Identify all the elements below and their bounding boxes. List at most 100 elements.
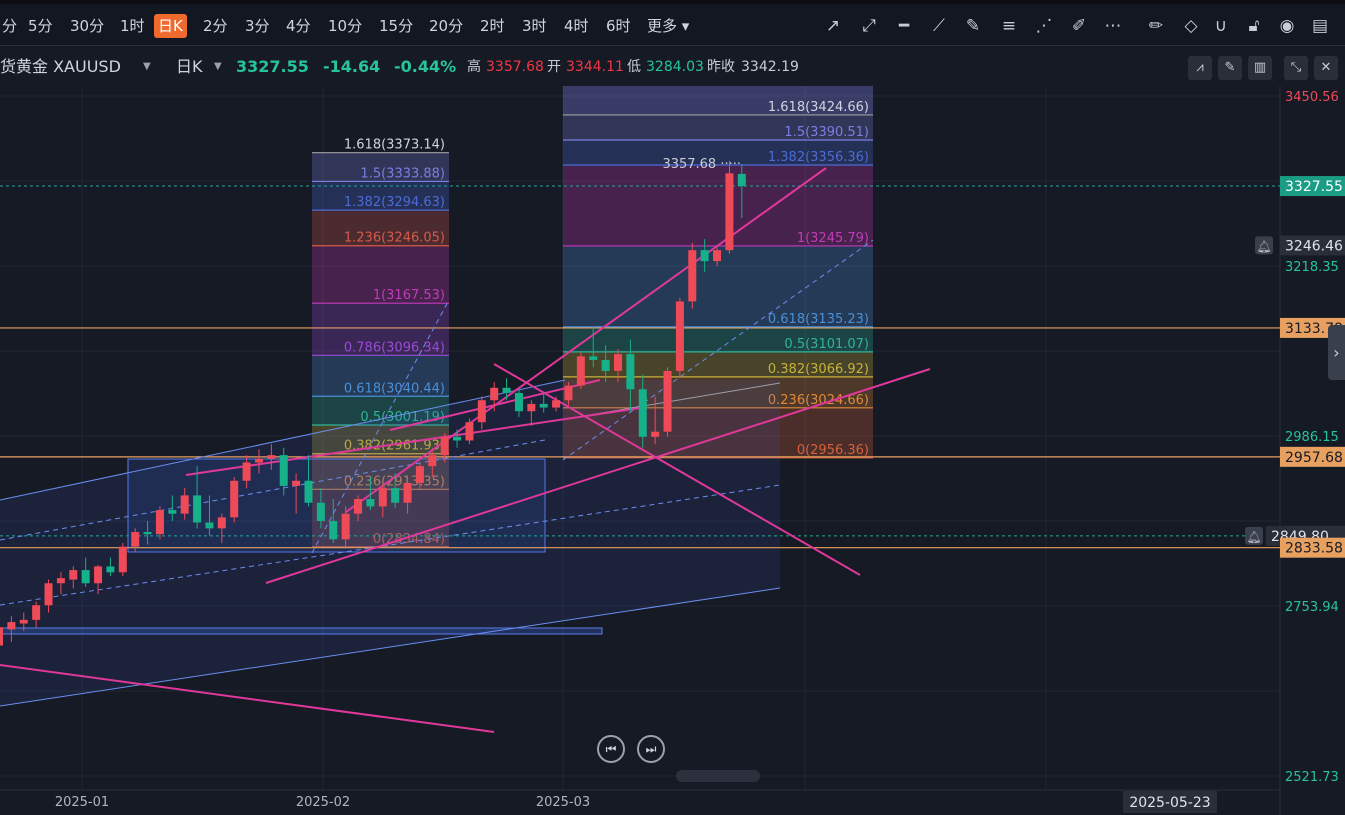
- candle-body-20: [242, 462, 251, 481]
- candle-body-9: [106, 566, 115, 573]
- candle-body-26: [316, 502, 325, 522]
- price-label-5: 2833.58: [1285, 541, 1343, 557]
- interval-dropdown-icon[interactable]: ▼: [214, 52, 222, 82]
- fib-left-label-2: 1.382(3294.63): [344, 195, 445, 210]
- price-tick-2: 2986.15: [1285, 430, 1339, 445]
- price-change-pct: -0.44%: [394, 57, 457, 76]
- time-tick-1: 2025-02: [296, 795, 350, 810]
- fib-left-label-6: 0.618(3040.44): [344, 381, 445, 396]
- candle-body-53: [651, 431, 660, 437]
- price-tick-1: 3218.35: [1285, 260, 1339, 275]
- candle-body-38: [465, 422, 474, 441]
- candle-body-0: [0, 627, 3, 646]
- interval-label[interactable]: 日K: [176, 52, 203, 82]
- candle-body-30: [366, 499, 375, 507]
- fib-right-label-0: 1.618(3424.66): [768, 100, 869, 115]
- candle-body-44: [539, 403, 548, 408]
- candle-body-51: [626, 354, 635, 390]
- pencil-icon[interactable]: ✎: [1218, 56, 1242, 80]
- candle-body-39: [477, 400, 486, 423]
- candle-body-60: [737, 173, 746, 187]
- price-label-1: 3246.46: [1285, 238, 1343, 254]
- candle-body-57: [700, 250, 709, 262]
- candle-body-1: [7, 622, 16, 630]
- candle-body-45: [552, 400, 561, 408]
- candle-body-43: [527, 403, 536, 412]
- open-label: 开: [547, 59, 561, 75]
- bell-icon-0: 🔔︎: [1256, 239, 1271, 253]
- candle-body-23: [279, 455, 288, 486]
- indicator-icon[interactable]: ⩘: [1188, 56, 1212, 80]
- candle-body-48: [589, 356, 598, 360]
- symbol-info-bar: 货黄金 XAUUSD ▼ 日K ▼ 3327.55 -14.64 -0.44% …: [0, 52, 1180, 82]
- candle-body-40: [490, 387, 499, 401]
- candle-body-10: [118, 546, 127, 573]
- candle-body-47: [576, 356, 585, 386]
- candle-body-25: [304, 480, 313, 503]
- candle-body-54: [663, 370, 672, 432]
- fib-right-label-3: 1(3245.79): [797, 231, 869, 246]
- candle-body-35: [428, 455, 437, 467]
- candle-body-32: [391, 488, 400, 503]
- price-change: -14.64: [323, 57, 381, 76]
- fib-left-label-1: 1.5(3333.88): [360, 166, 445, 181]
- open-value: 3344.11: [566, 59, 624, 75]
- candle-body-8: [94, 566, 103, 584]
- candle-body-14: [168, 510, 177, 514]
- close-icon[interactable]: ✕: [1314, 56, 1338, 80]
- candle-body-3: [32, 605, 41, 620]
- candle-body-34: [415, 466, 424, 483]
- time-tick-0: 2025-01: [55, 795, 109, 810]
- candle-body-50: [614, 354, 622, 371]
- candle-body-46: [564, 385, 573, 401]
- candle-body-49: [601, 359, 610, 371]
- fib-left-label-0: 1.618(3373.14): [344, 138, 445, 153]
- fib-right-label-6: 0.382(3066.92): [768, 362, 869, 377]
- symbol-dropdown-icon[interactable]: ▼: [143, 52, 151, 82]
- candle-body-5: [56, 578, 65, 584]
- fib-right-label-1: 1.5(3390.51): [784, 125, 869, 140]
- candle-body-29: [354, 499, 363, 514]
- candle-body-11: [131, 532, 140, 547]
- candle-body-7: [81, 570, 90, 584]
- candle-body-31: [378, 488, 387, 507]
- candle-body-59: [725, 173, 734, 251]
- collapse-icon[interactable]: ⤡: [1284, 56, 1308, 80]
- prev-close-value: 3342.19: [741, 59, 799, 75]
- candle-body-55: [675, 301, 684, 371]
- high-marker: 3357.68 ·····: [662, 157, 741, 172]
- high-value: 3357.68: [486, 59, 544, 75]
- candle-body-2: [19, 619, 28, 624]
- candle-body-15: [180, 495, 189, 514]
- candle-body-41: [502, 387, 511, 393]
- fib-left-label-4: 1(3167.53): [373, 288, 445, 303]
- candle-body-16: [193, 495, 202, 523]
- candle-body-27: [329, 521, 338, 540]
- bell-icon-1: 🔔︎: [1246, 530, 1261, 544]
- candle-body-21: [254, 458, 263, 463]
- candle-body-18: [217, 517, 226, 529]
- candle-body-36: [440, 436, 449, 456]
- fib-right-label-4: 0.618(3135.23): [768, 312, 869, 327]
- candle-body-52: [638, 389, 647, 437]
- price-tick-3: 2753.94: [1285, 600, 1339, 615]
- low-label: 低: [627, 59, 641, 75]
- symbol-name[interactable]: 货黄金 XAUUSD: [0, 52, 121, 82]
- side-panel-arrow-icon[interactable]: ›: [1328, 325, 1345, 380]
- low-value: 3284.03: [646, 59, 704, 75]
- candle-type-icon[interactable]: ▥: [1248, 56, 1272, 80]
- price-tick-0: 3450.56: [1285, 90, 1339, 105]
- price-label-3: 2957.68: [1285, 450, 1343, 466]
- high-label: 高: [467, 59, 481, 75]
- fib-right-label-2: 1.382(3356.36): [768, 150, 869, 165]
- fib-left-label-3: 1.236(3246.05): [344, 231, 445, 246]
- price-label-0: 3327.55: [1285, 179, 1343, 195]
- candle-body-17: [205, 522, 214, 529]
- fib-right-label-5: 0.5(3101.07): [784, 337, 869, 352]
- next-icon[interactable]: ⏭: [637, 735, 665, 763]
- price-chart[interactable]: 1.618(3373.14) 1.5(3333.88) 1.382(3294.63)…: [0, 0, 1345, 815]
- prev-icon[interactable]: ⏮: [597, 735, 625, 763]
- candle-body-56: [688, 250, 697, 302]
- fib-left-label-5: 0.786(3096.34): [344, 340, 445, 355]
- watermark: [676, 770, 760, 782]
